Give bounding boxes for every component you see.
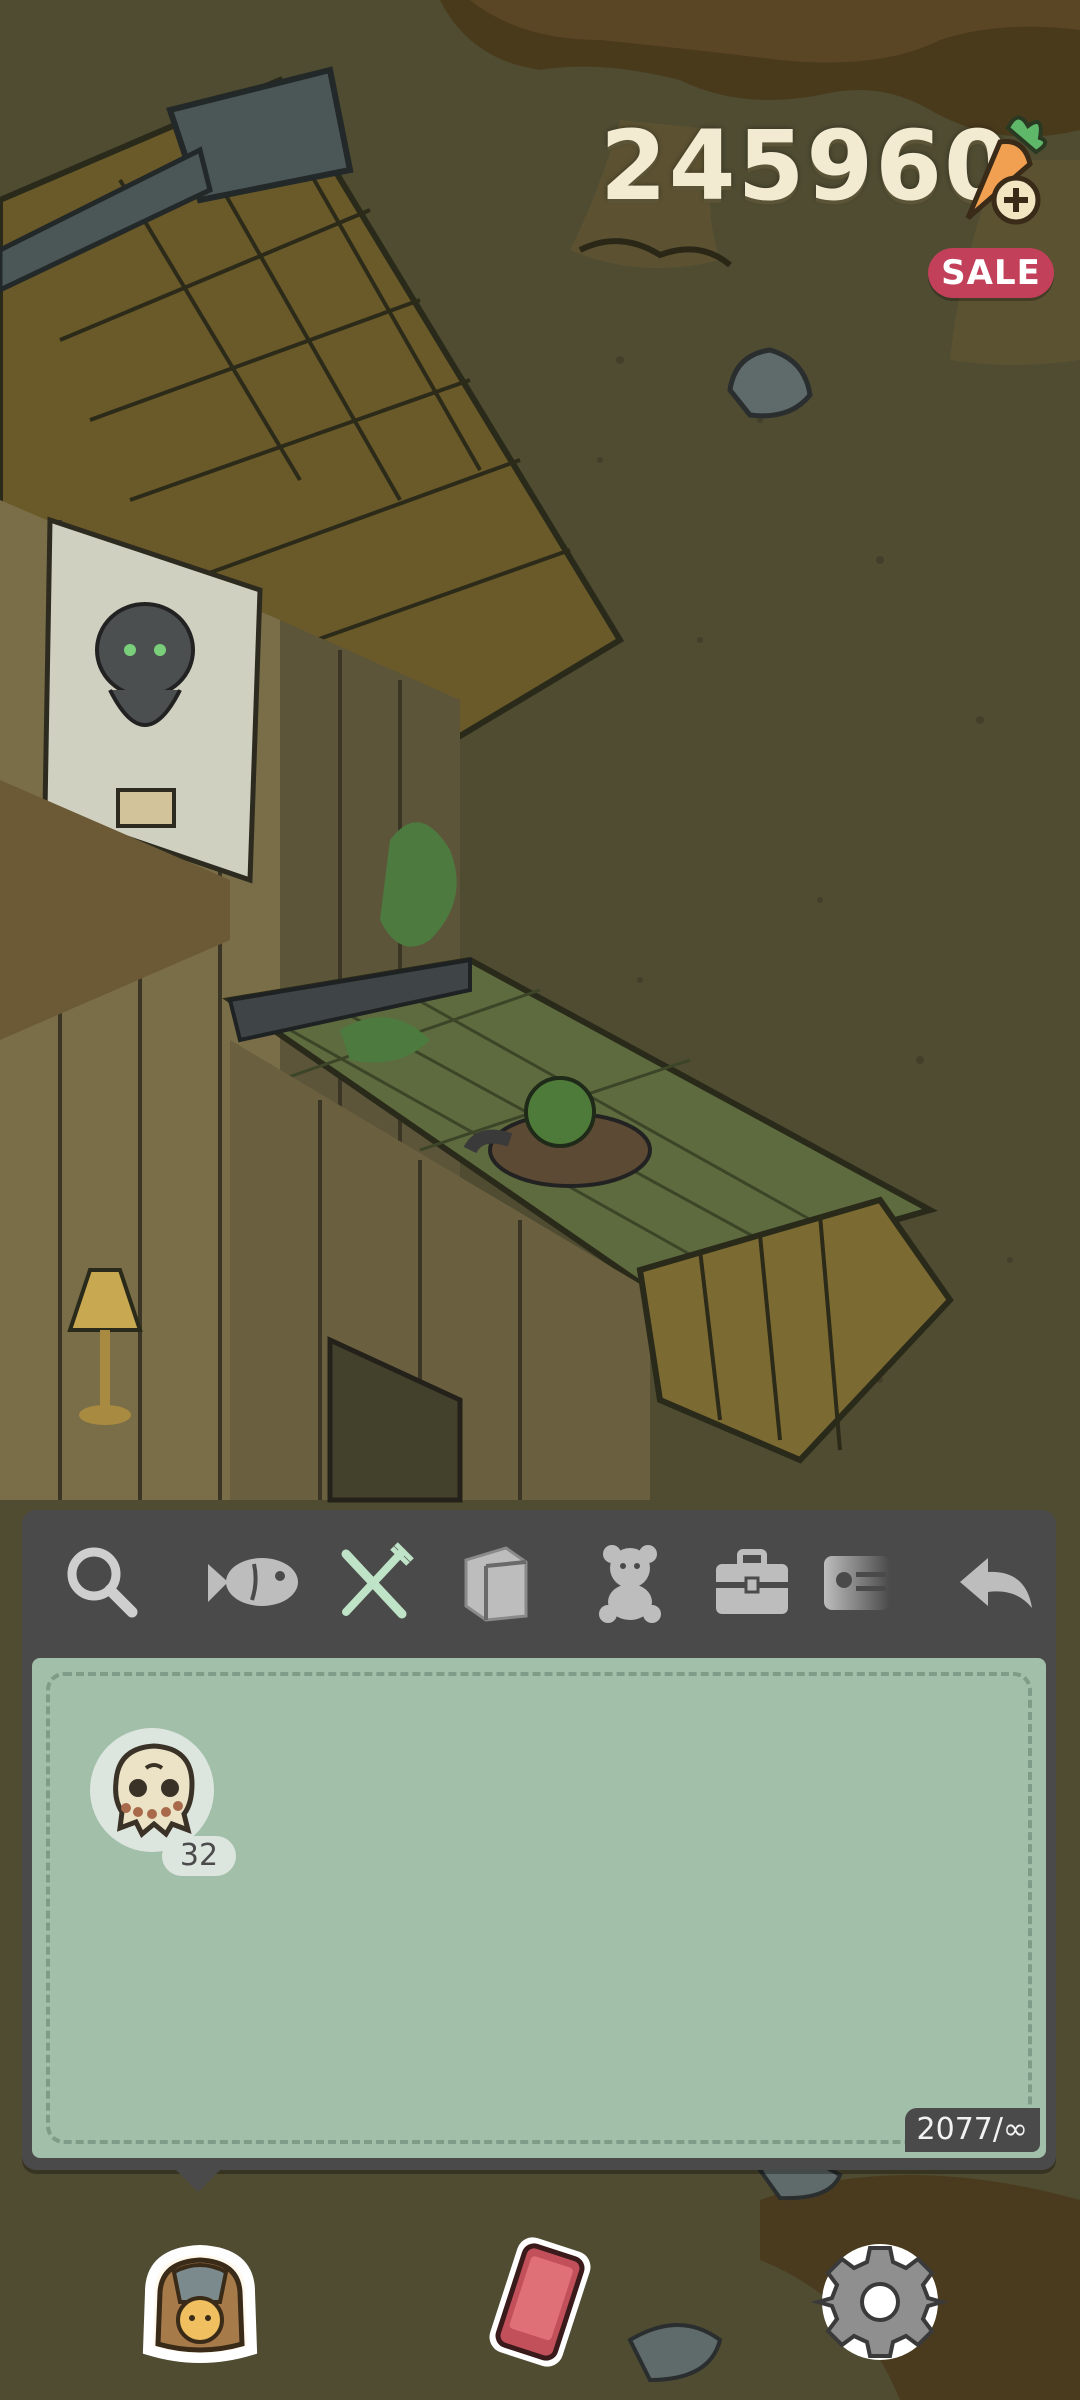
bone-skull-treat-icon [113, 1743, 195, 1838]
inventory-panel: 32 2077/∞ [22, 1510, 1056, 2170]
teddy-bear-icon[interactable] [588, 1540, 672, 1624]
phone-icon[interactable] [470, 2232, 610, 2372]
item-count-badge: 32 [162, 1836, 236, 1876]
book-icon[interactable] [454, 1540, 538, 1624]
panel-pointer [172, 2166, 224, 2192]
fork-knife-icon[interactable] [332, 1540, 416, 1624]
magnifier-icon[interactable] [60, 1540, 144, 1624]
backpack-cat-icon[interactable] [130, 2232, 270, 2372]
fish-icon[interactable] [202, 1540, 302, 1624]
inventory-grid: 32 2077/∞ [32, 1658, 1046, 2158]
inventory-capacity: 2077/∞ [904, 2108, 1040, 2152]
toolbox-icon[interactable] [710, 1540, 794, 1624]
carrot-plus-icon[interactable] [948, 108, 1052, 232]
ticket-icon[interactable] [822, 1540, 892, 1624]
back-arrow-icon[interactable] [954, 1540, 1038, 1624]
inventory-item-slot[interactable] [90, 1728, 214, 1852]
inventory-category-tabs [22, 1510, 1056, 1650]
sale-badge[interactable]: SALE [928, 248, 1054, 298]
gear-icon[interactable] [810, 2232, 950, 2372]
